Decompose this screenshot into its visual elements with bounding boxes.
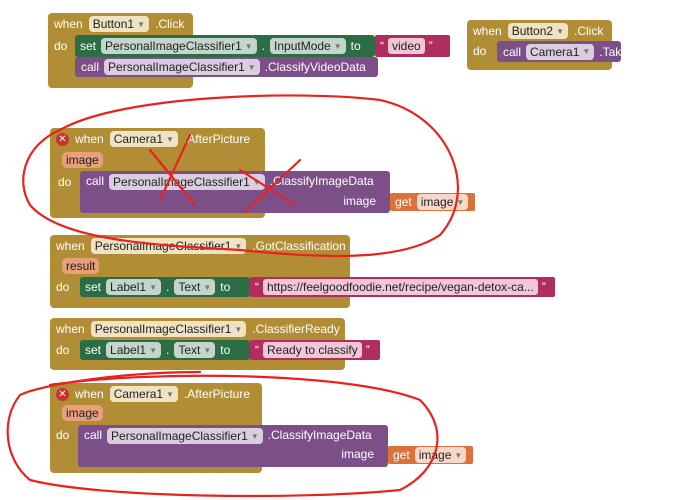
chevron-down-icon: ▼ bbox=[166, 389, 174, 399]
chevron-down-icon: ▼ bbox=[250, 431, 259, 441]
chevron-down-icon: ▼ bbox=[456, 197, 465, 207]
chevron-down-icon: ▼ bbox=[247, 62, 256, 72]
component-dropdown[interactable]: PersonalImageClassifier1 ▼ bbox=[107, 428, 263, 444]
property-dropdown[interactable]: Text ▼ bbox=[174, 279, 216, 295]
text-value[interactable]: https://feelgoodfoodie.net/recipe/vegan-… bbox=[263, 279, 538, 295]
chevron-down-icon: ▼ bbox=[234, 324, 243, 334]
param-image[interactable]: image bbox=[62, 152, 103, 168]
component-dropdown[interactable]: Label1 ▼ bbox=[106, 342, 161, 358]
component-dropdown[interactable]: PersonalImageClassifier1 ▼ bbox=[109, 174, 265, 190]
text-block[interactable]: “video” bbox=[375, 35, 450, 57]
chevron-down-icon: ▼ bbox=[149, 282, 157, 292]
call-classifyimagedata-block[interactable]: call PersonalImageClassifier1 ▼ .ClassifyIm… bbox=[80, 171, 390, 213]
chevron-down-icon: ▼ bbox=[333, 41, 342, 51]
component-dropdown[interactable]: PersonalImageClassifier1 ▼ bbox=[90, 321, 247, 337]
text-block[interactable]: “Ready to classify” bbox=[250, 340, 380, 360]
error-x-icon[interactable]: ✕ bbox=[56, 387, 69, 401]
call-takepicture-block[interactable]: call Camera1 ▼ .TakePicture bbox=[497, 41, 665, 62]
component-dropdown[interactable]: PersonalImageClassifier1 ▼ bbox=[104, 59, 260, 75]
component-dropdown[interactable]: Button1 ▼ bbox=[88, 16, 149, 32]
chevron-down-icon: ▼ bbox=[149, 345, 157, 355]
chevron-down-icon: ▼ bbox=[244, 41, 253, 51]
call-classifyimagedata-block[interactable]: call PersonalImageClassifier1 ▼ .ClassifyIm… bbox=[78, 425, 388, 467]
chevron-down-icon: ▼ bbox=[137, 19, 145, 29]
text-block[interactable]: “https://feelgoodfoodie.net/recipe/vegan… bbox=[250, 277, 555, 297]
set-label-text-block[interactable]: set Label1 ▼. Text ▼ to bbox=[80, 277, 250, 297]
component-dropdown[interactable]: Camera1 ▼ bbox=[526, 43, 595, 60]
chevron-down-icon: ▼ bbox=[203, 282, 212, 292]
component-dropdown[interactable]: PersonalImageClassifier1 ▼ bbox=[101, 38, 257, 54]
component-dropdown[interactable]: Camera1 ▼ bbox=[109, 386, 178, 402]
get-image-block[interactable]: get image ▼ bbox=[390, 193, 475, 211]
call-classifyvideodata-block[interactable]: call PersonalImageClassifier1 ▼ .ClassifyVi… bbox=[75, 57, 378, 77]
chevron-down-icon: ▼ bbox=[556, 26, 564, 36]
error-x-icon[interactable]: ✕ bbox=[56, 132, 69, 146]
param-result[interactable]: result bbox=[62, 258, 100, 274]
event-block-gotclassification[interactable]: when PersonalImageClassifier1 ▼ .GotClassif… bbox=[50, 235, 350, 308]
chevron-down-icon: ▼ bbox=[252, 177, 261, 187]
text-value[interactable]: Ready to classify bbox=[263, 342, 362, 358]
param-image[interactable]: image bbox=[62, 405, 103, 421]
component-dropdown[interactable]: PersonalImageClassifier1 ▼ bbox=[90, 238, 247, 254]
get-image-block[interactable]: get image ▼ bbox=[388, 446, 473, 464]
chevron-down-icon: ▼ bbox=[234, 241, 243, 251]
chevron-down-icon: ▼ bbox=[203, 345, 212, 355]
set-inputmode-block[interactable]: set PersonalImageClassifier1 ▼. InputMode ▼ t… bbox=[75, 35, 375, 57]
chevron-down-icon: ▼ bbox=[582, 47, 591, 56]
component-dropdown[interactable]: Button2 ▼ bbox=[507, 23, 568, 39]
component-dropdown[interactable]: Label1 ▼ bbox=[106, 279, 161, 295]
variable-dropdown[interactable]: image ▼ bbox=[414, 447, 467, 463]
component-dropdown[interactable]: Camera1 ▼ bbox=[109, 131, 178, 147]
set-label-text-block[interactable]: set Label1 ▼. Text ▼ to bbox=[80, 340, 250, 360]
chevron-down-icon: ▼ bbox=[454, 450, 463, 460]
property-dropdown[interactable]: InputMode ▼ bbox=[270, 38, 346, 54]
property-dropdown[interactable]: Text ▼ bbox=[174, 342, 216, 358]
text-value[interactable]: video bbox=[388, 38, 425, 54]
variable-dropdown[interactable]: image ▼ bbox=[416, 194, 469, 210]
chevron-down-icon: ▼ bbox=[166, 134, 174, 144]
